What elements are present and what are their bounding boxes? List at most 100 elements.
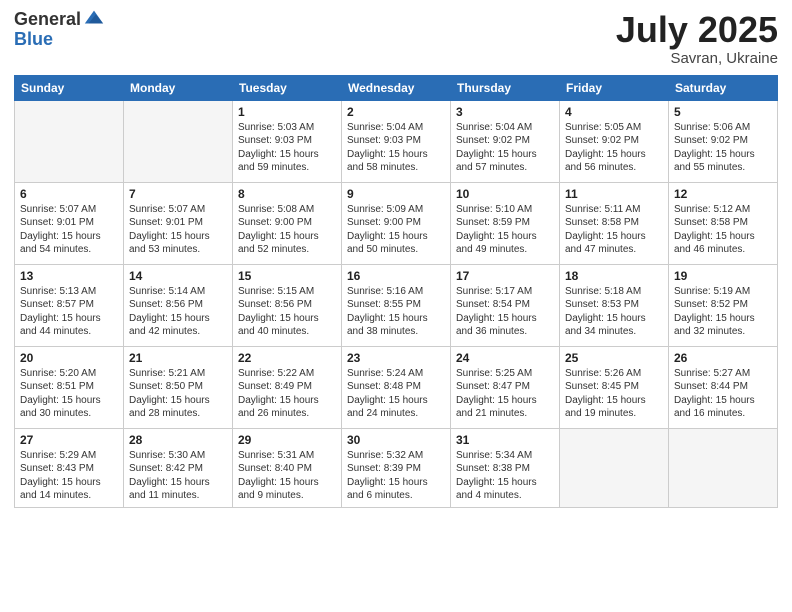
day-number: 4 — [565, 105, 663, 119]
day-number: 24 — [456, 351, 554, 365]
calendar-cell: 1 Sunrise: 5:03 AMSunset: 9:03 PMDaylight… — [233, 100, 342, 182]
calendar-cell: 26 Sunrise: 5:27 AMSunset: 8:44 PMDayligh… — [669, 346, 778, 428]
calendar-cell: 5Sunrise: 5:06 AMSunset: 9:02 PMDaylight… — [669, 100, 778, 182]
calendar-cell: 21 Sunrise: 5:21 AMSunset: 8:50 PMDayligh… — [124, 346, 233, 428]
calendar-cell: 8 Sunrise: 5:08 AMSunset: 9:00 PMDaylight… — [233, 182, 342, 264]
calendar-cell: 9 Sunrise: 5:09 AMSunset: 9:00 PMDaylight… — [342, 182, 451, 264]
day-info: Sunrise: 5:13 AMSunset: 8:57 PMDaylight:… — [20, 285, 118, 339]
calendar-cell — [669, 428, 778, 507]
day-info: Sunrise: 5:11 AMSunset: 8:58 PMDaylight:… — [565, 203, 663, 257]
day-info: Sunrise: 5:17 AMSunset: 8:54 PMDaylight:… — [456, 285, 554, 339]
calendar-cell: 2Sunrise: 5:04 AMSunset: 9:03 PMDaylight… — [342, 100, 451, 182]
calendar-cell: 11Sunrise: 5:11 AMSunset: 8:58 PMDayligh… — [560, 182, 669, 264]
day-info: Sunrise: 5:32 AMSunset: 8:39 PMDaylight:… — [347, 449, 445, 503]
day-info: Sunrise: 5:19 AMSunset: 8:52 PMDaylight:… — [674, 285, 772, 339]
day-number: 29 — [238, 433, 336, 447]
day-number: 7 — [129, 187, 227, 201]
calendar-cell: 7 Sunrise: 5:07 AMSunset: 9:01 PMDaylight… — [124, 182, 233, 264]
logo-blue-text: Blue — [14, 30, 105, 48]
calendar-cell: 20 Sunrise: 5:20 AMSunset: 8:51 PMDayligh… — [15, 346, 124, 428]
col-thursday: Thursday — [451, 75, 560, 100]
day-number: 22 — [238, 351, 336, 365]
day-number: 27 — [20, 433, 118, 447]
day-info: Sunrise: 5:07 AMSunset: 9:01 PMDaylight:… — [129, 203, 227, 257]
calendar-cell — [15, 100, 124, 182]
day-number: 23 — [347, 351, 445, 365]
day-info: Sunrise: 5:05 AMSunset: 9:02 PMDaylight:… — [565, 121, 663, 175]
day-number: 6 — [20, 187, 118, 201]
day-number: 31 — [456, 433, 554, 447]
day-number: 13 — [20, 269, 118, 283]
calendar-cell: 15 Sunrise: 5:15 AMSunset: 8:56 PMDayligh… — [233, 264, 342, 346]
day-number: 14 — [129, 269, 227, 283]
calendar-cell — [560, 428, 669, 507]
day-info: Sunrise: 5:27 AMSunset: 8:44 PMDaylight:… — [674, 367, 772, 421]
day-number: 10 — [456, 187, 554, 201]
calendar-cell: 30 Sunrise: 5:32 AMSunset: 8:39 PMDayligh… — [342, 428, 451, 507]
day-info: Sunrise: 5:24 AMSunset: 8:48 PMDaylight:… — [347, 367, 445, 421]
day-number: 8 — [238, 187, 336, 201]
day-info: Sunrise: 5:18 AMSunset: 8:53 PMDaylight:… — [565, 285, 663, 339]
calendar-cell: 13 Sunrise: 5:13 AMSunset: 8:57 PMDayligh… — [15, 264, 124, 346]
day-number: 21 — [129, 351, 227, 365]
logo: General Blue — [14, 10, 105, 48]
page: General Blue July 2025 Savran, Ukraine S… — [0, 0, 792, 612]
day-info: Sunrise: 5:09 AMSunset: 9:00 PMDaylight:… — [347, 203, 445, 257]
day-number: 28 — [129, 433, 227, 447]
calendar-table: Sunday Monday Tuesday Wednesday Thursday… — [14, 75, 778, 508]
calendar-cell: 28 Sunrise: 5:30 AMSunset: 8:42 PMDayligh… — [124, 428, 233, 507]
calendar-cell: 22 Sunrise: 5:22 AMSunset: 8:49 PMDayligh… — [233, 346, 342, 428]
calendar-cell: 3Sunrise: 5:04 AMSunset: 9:02 PMDaylight… — [451, 100, 560, 182]
day-number: 20 — [20, 351, 118, 365]
day-number: 9 — [347, 187, 445, 201]
day-number: 30 — [347, 433, 445, 447]
day-info: Sunrise: 5:31 AMSunset: 8:40 PMDaylight:… — [238, 449, 336, 503]
calendar-cell: 12 Sunrise: 5:12 AMSunset: 8:58 PMDayligh… — [669, 182, 778, 264]
calendar-cell: 24Sunrise: 5:25 AMSunset: 8:47 PMDayligh… — [451, 346, 560, 428]
day-info: Sunrise: 5:03 AMSunset: 9:03 PMDaylight:… — [238, 121, 336, 175]
calendar-title: July 2025 — [616, 10, 778, 50]
day-info: Sunrise: 5:22 AMSunset: 8:49 PMDaylight:… — [238, 367, 336, 421]
col-sunday: Sunday — [15, 75, 124, 100]
day-info: Sunrise: 5:16 AMSunset: 8:55 PMDaylight:… — [347, 285, 445, 339]
day-number: 19 — [674, 269, 772, 283]
day-info: Sunrise: 5:04 AMSunset: 9:03 PMDaylight:… — [347, 121, 445, 175]
day-info: Sunrise: 5:10 AMSunset: 8:59 PMDaylight:… — [456, 203, 554, 257]
day-info: Sunrise: 5:21 AMSunset: 8:50 PMDaylight:… — [129, 367, 227, 421]
calendar-cell: 23 Sunrise: 5:24 AMSunset: 8:48 PMDayligh… — [342, 346, 451, 428]
day-number: 12 — [674, 187, 772, 201]
logo-general-text: General — [14, 10, 81, 30]
day-info: Sunrise: 5:07 AMSunset: 9:01 PMDaylight:… — [20, 203, 118, 257]
day-info: Sunrise: 5:12 AMSunset: 8:58 PMDaylight:… — [674, 203, 772, 257]
calendar-cell: 29 Sunrise: 5:31 AMSunset: 8:40 PMDayligh… — [233, 428, 342, 507]
calendar-cell: 18 Sunrise: 5:18 AMSunset: 8:53 PMDayligh… — [560, 264, 669, 346]
day-info: Sunrise: 5:04 AMSunset: 9:02 PMDaylight:… — [456, 121, 554, 175]
day-info: Sunrise: 5:08 AMSunset: 9:00 PMDaylight:… — [238, 203, 336, 257]
calendar-cell: 27Sunrise: 5:29 AMSunset: 8:43 PMDayligh… — [15, 428, 124, 507]
day-info: Sunrise: 5:14 AMSunset: 8:56 PMDaylight:… — [129, 285, 227, 339]
day-info: Sunrise: 5:30 AMSunset: 8:42 PMDaylight:… — [129, 449, 227, 503]
day-info: Sunrise: 5:26 AMSunset: 8:45 PMDaylight:… — [565, 367, 663, 421]
weekday-header-row: Sunday Monday Tuesday Wednesday Thursday… — [15, 75, 778, 100]
day-info: Sunrise: 5:15 AMSunset: 8:56 PMDaylight:… — [238, 285, 336, 339]
day-info: Sunrise: 5:20 AMSunset: 8:51 PMDaylight:… — [20, 367, 118, 421]
calendar-cell: 19 Sunrise: 5:19 AMSunset: 8:52 PMDayligh… — [669, 264, 778, 346]
day-number: 17 — [456, 269, 554, 283]
calendar-cell: 10 Sunrise: 5:10 AMSunset: 8:59 PMDayligh… — [451, 182, 560, 264]
header: General Blue July 2025 Savran, Ukraine — [14, 10, 778, 67]
day-number: 1 — [238, 105, 336, 119]
day-number: 18 — [565, 269, 663, 283]
calendar-cell: 14 Sunrise: 5:14 AMSunset: 8:56 PMDayligh… — [124, 264, 233, 346]
col-saturday: Saturday — [669, 75, 778, 100]
title-block: July 2025 Savran, Ukraine — [616, 10, 778, 67]
calendar-cell — [124, 100, 233, 182]
calendar-cell: 25Sunrise: 5:26 AMSunset: 8:45 PMDayligh… — [560, 346, 669, 428]
calendar-cell: 16 Sunrise: 5:16 AMSunset: 8:55 PMDayligh… — [342, 264, 451, 346]
calendar-cell: 6 Sunrise: 5:07 AMSunset: 9:01 PMDaylight… — [15, 182, 124, 264]
day-number: 15 — [238, 269, 336, 283]
day-number: 16 — [347, 269, 445, 283]
day-number: 5 — [674, 105, 772, 119]
col-wednesday: Wednesday — [342, 75, 451, 100]
day-number: 26 — [674, 351, 772, 365]
logo-icon — [83, 7, 105, 29]
